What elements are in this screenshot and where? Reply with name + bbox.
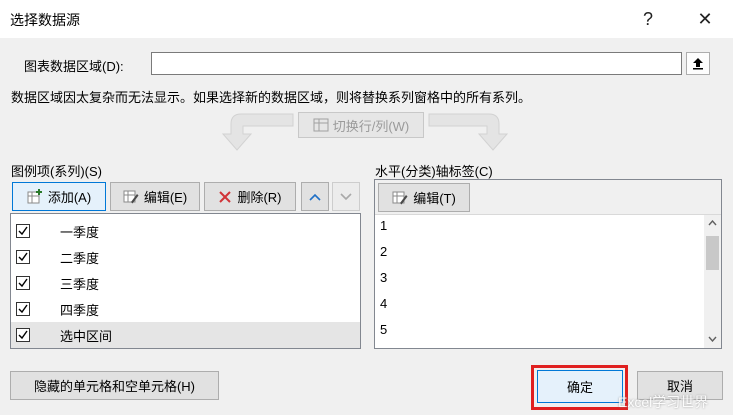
- axis-label-2: 2: [380, 244, 388, 259]
- series-checkbox-4[interactable]: [16, 302, 30, 316]
- scroll-thumb[interactable]: [706, 236, 719, 270]
- series-name-2: 二季度: [60, 250, 100, 266]
- switch-row-column-icon: [313, 118, 329, 132]
- checkmark-icon: [18, 330, 28, 340]
- dialog-title: 选择数据源: [10, 12, 80, 28]
- switch-row-column-label: 切换行/列(W): [332, 118, 410, 134]
- close-button[interactable]: ✕: [682, 4, 728, 34]
- series-name-3: 三季度: [60, 276, 100, 292]
- series-checkbox-1[interactable]: [16, 224, 30, 238]
- series-list[interactable]: 一季度 二季度 三季度 四季度 选中区间: [10, 213, 361, 349]
- axis-label-5: 5: [380, 322, 388, 337]
- edit-axis-labels-label: 编辑(T): [413, 191, 456, 206]
- checkmark-icon: [18, 278, 28, 288]
- right-swap-arrow-icon: [428, 113, 509, 151]
- switch-row-column-button[interactable]: 切换行/列(W): [298, 112, 424, 138]
- series-name-5: 选中区间: [60, 328, 113, 344]
- series-checkbox-5[interactable]: [16, 328, 30, 342]
- axis-scrollbar[interactable]: [704, 215, 721, 348]
- legend-panel-title: 图例项(系列)(S): [11, 164, 102, 179]
- move-up-button[interactable]: [301, 182, 329, 211]
- delete-series-label: 删除(R): [237, 190, 282, 205]
- ok-button[interactable]: 确定: [537, 370, 623, 403]
- axis-label-1: 1: [380, 218, 388, 233]
- ok-label: 确定: [566, 380, 593, 395]
- axis-toolbar-divider: [375, 214, 721, 215]
- series-row-1[interactable]: 一季度: [11, 218, 360, 244]
- series-row-3[interactable]: 三季度: [11, 270, 360, 296]
- edit-axis-labels-button[interactable]: 编辑(T): [378, 183, 470, 212]
- edit-series-button[interactable]: 编辑(E): [110, 182, 200, 211]
- add-table-icon: [27, 189, 42, 204]
- add-series-label: 添加(A): [47, 190, 92, 205]
- move-down-button[interactable]: [332, 182, 360, 211]
- series-name-4: 四季度: [60, 302, 100, 318]
- watermark: Excel学习世界: [618, 394, 709, 410]
- axis-panel-title: 水平(分类)轴标签(C): [375, 164, 493, 179]
- series-row-4[interactable]: 四季度: [11, 296, 360, 322]
- checkmark-icon: [18, 252, 28, 262]
- data-range-label: 图表数据区域(D):: [24, 59, 124, 74]
- title-bar: [0, 0, 733, 38]
- chevron-down-icon: [340, 192, 352, 200]
- edit-series-label: 编辑(E): [143, 190, 188, 205]
- axis-label-4: 4: [380, 296, 388, 311]
- hidden-empty-cells-button[interactable]: 隐藏的单元格和空单元格(H): [10, 371, 219, 400]
- add-series-button[interactable]: 添加(A): [12, 182, 106, 211]
- series-checkbox-3[interactable]: [16, 276, 30, 290]
- checkmark-icon: [18, 226, 28, 236]
- checkmark-icon: [18, 304, 28, 314]
- delete-x-icon: [219, 190, 232, 203]
- scroll-up-icon[interactable]: [708, 220, 717, 226]
- edit-table-icon: [123, 190, 139, 204]
- delete-series-button[interactable]: 删除(R): [204, 182, 296, 211]
- hidden-empty-cells-label: 隐藏的单元格和空单元格(H): [33, 379, 196, 394]
- axis-panel: 编辑(T) 1 2 3 4 5: [374, 179, 722, 349]
- close-icon: ✕: [697, 8, 713, 29]
- help-icon: ?: [642, 8, 653, 29]
- axis-label-3: 3: [380, 270, 388, 285]
- series-name-1: 一季度: [60, 224, 100, 240]
- help-button[interactable]: ?: [625, 4, 671, 34]
- series-checkbox-2[interactable]: [16, 250, 30, 264]
- collapse-dialog-button[interactable]: [686, 52, 710, 75]
- series-row-5-selected[interactable]: 选中区间: [11, 322, 360, 348]
- upload-arrow-icon: [693, 58, 703, 70]
- edit-table-icon: [392, 191, 408, 205]
- data-range-input[interactable]: [151, 52, 682, 75]
- scroll-down-icon[interactable]: [708, 336, 717, 342]
- series-row-2[interactable]: 二季度: [11, 244, 360, 270]
- chevron-up-icon: [309, 193, 321, 201]
- left-swap-arrow-icon: [221, 113, 294, 151]
